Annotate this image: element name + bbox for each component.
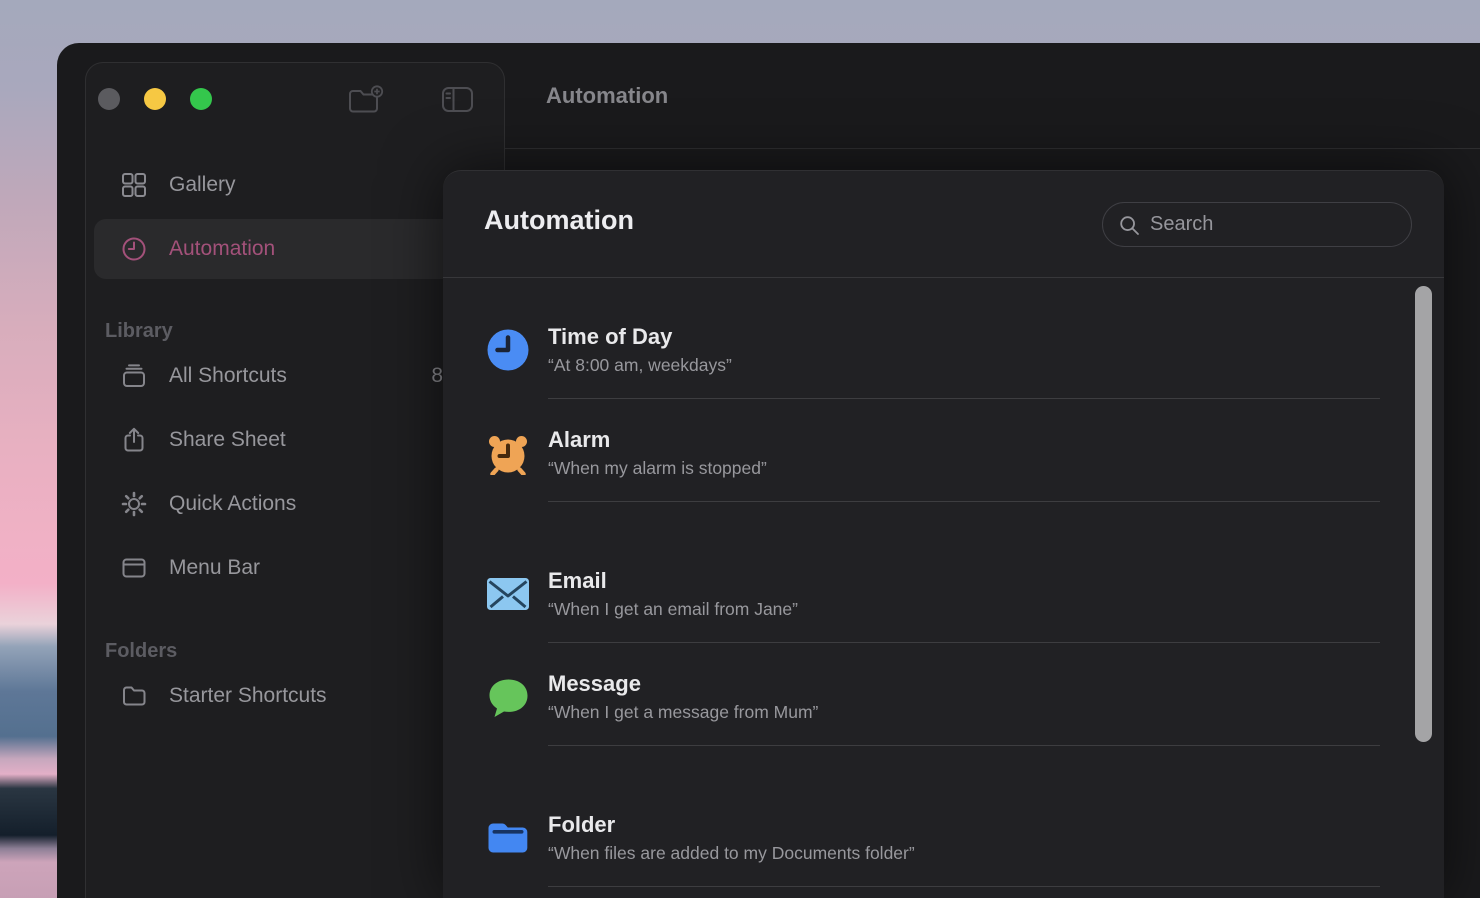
titlebar-divider (505, 148, 1480, 149)
sidebar-item[interactable]: Share Sheet 1 (86, 408, 504, 472)
folder-blue-icon (486, 816, 530, 860)
trigger-quote: “When I get an email from Jane” (548, 596, 798, 622)
sidebar-item-label: All Shortcuts (169, 364, 287, 388)
automation-trigger-row[interactable]: Email “When I get an email from Jane” (443, 502, 1444, 643)
trigger-quote: “When my alarm is stopped” (548, 455, 767, 481)
sidebar-item-label: Quick Actions (169, 492, 296, 516)
trigger-name: Alarm (548, 425, 767, 455)
minimize-button[interactable] (144, 88, 166, 110)
close-button[interactable] (98, 88, 120, 110)
window-title: Automation (546, 83, 668, 109)
trigger-quote: “At 8:00 am, weekdays” (548, 352, 732, 378)
trigger-quote: “When I get a message from Mum” (548, 699, 818, 725)
sidebar-item[interactable]: Starter Shortcuts (86, 664, 504, 728)
sidebar-item[interactable]: Quick Actions (86, 472, 504, 536)
trigger-name: Time of Day (548, 322, 732, 352)
time-of-day-icon (486, 328, 530, 372)
trigger-name: Folder (548, 810, 915, 840)
sidebar-item-label: Menu Bar (169, 556, 260, 580)
sheet-title: Automation (484, 205, 634, 236)
automation-clock-icon (121, 236, 147, 262)
automation-sheet: Automation Time of Day “At 8:00 am, week… (443, 170, 1444, 898)
alarm-icon (486, 431, 530, 475)
share-sheet-icon (121, 427, 147, 453)
new-folder-button[interactable] (347, 85, 384, 116)
search-input[interactable] (1150, 213, 1380, 236)
sidebar-item-label: Share Sheet (169, 428, 286, 452)
sidebar-folders-list: Starter Shortcuts (86, 664, 504, 728)
sidebar-item[interactable]: All Shortcuts 8 (86, 344, 504, 408)
folder-outline-icon (121, 683, 147, 709)
sidebar-nav: Gallery Automation (86, 157, 504, 279)
sidebar-item-label: Starter Shortcuts (169, 684, 327, 708)
search-icon (1118, 214, 1140, 236)
message-icon (486, 675, 530, 719)
zoom-button[interactable] (190, 88, 212, 110)
trigger-name: Email (548, 566, 798, 596)
all-shortcuts-icon (121, 363, 147, 389)
trigger-quote: “When files are added to my Documents fo… (548, 840, 915, 866)
gallery-grid-icon (121, 172, 147, 198)
sidebar-nav-item[interactable]: Automation (94, 219, 496, 279)
shortcuts-window: Automation Gallery Automation Library Al… (57, 43, 1480, 898)
automation-trigger-row[interactable]: Folder “When files are added to my Docum… (443, 746, 1444, 887)
quick-actions-gear-icon (121, 491, 147, 517)
sidebar-nav-item-label: Automation (169, 237, 275, 261)
sidebar-nav-item-label: Gallery (169, 173, 236, 197)
trigger-name: Message (548, 669, 818, 699)
sheet-header: Automation (443, 171, 1444, 278)
automation-trigger-row[interactable]: Time of Day “At 8:00 am, weekdays” (443, 296, 1444, 399)
automation-trigger-row[interactable]: Alarm “When my alarm is stopped” (443, 399, 1444, 502)
menu-bar-icon (121, 555, 147, 581)
scrollbar-thumb[interactable] (1415, 286, 1432, 742)
search-field[interactable] (1102, 202, 1412, 247)
sidebar: Gallery Automation Library All Shortcuts… (85, 62, 505, 898)
trigger-list: Time of Day “At 8:00 am, weekdays” Alarm… (443, 278, 1444, 887)
sidebar-library-list: All Shortcuts 8 Share Sheet 1 Quick Acti… (86, 344, 504, 600)
email-icon (486, 572, 530, 616)
sidebar-item[interactable]: Menu Bar (86, 536, 504, 600)
sidebar-item-count: 8 (431, 364, 443, 388)
toggle-sidebar-button[interactable] (441, 85, 474, 114)
sidebar-nav-item[interactable]: Gallery (94, 157, 496, 213)
automation-trigger-row[interactable]: Message “When I get a message from Mum” (443, 643, 1444, 746)
